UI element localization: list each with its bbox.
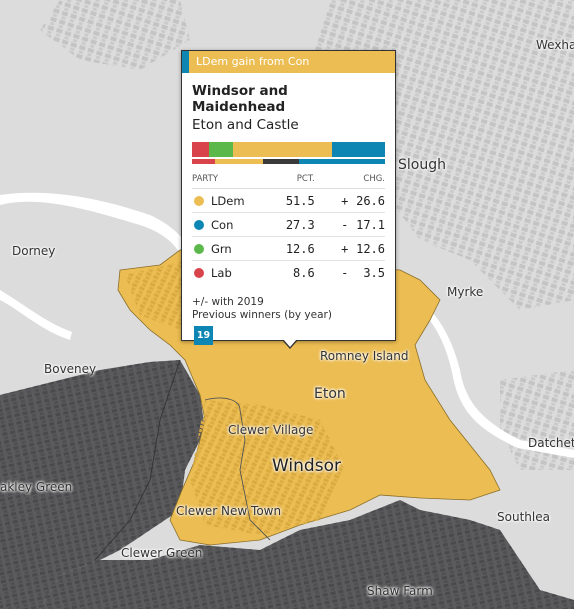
vote-change: 26.6 xyxy=(356,193,386,208)
popup-pointer-fill xyxy=(283,339,297,347)
header-strip xyxy=(182,51,189,73)
place-label-southlea: Southlea xyxy=(497,510,550,524)
bar-segment-ldem xyxy=(215,159,264,164)
party-cell: LDem xyxy=(192,194,269,208)
bar-segment-con xyxy=(332,142,385,157)
place-label-clewer-new-town: Clewer New Town xyxy=(176,504,282,518)
party-name: Lab xyxy=(211,265,232,280)
vote-pct: 12.6 xyxy=(285,241,315,256)
change-sign: - xyxy=(341,265,349,280)
party-color-dot xyxy=(194,195,204,206)
winner-year-badge: 19 xyxy=(194,326,213,345)
party-name: LDem xyxy=(211,193,245,208)
results-table-header: PARTY PCT. CHG. xyxy=(192,174,385,189)
bar-segment-lab xyxy=(192,142,209,157)
table-row: Lab 8.6 - 3.5 xyxy=(192,261,385,284)
place-label-shaw-farm: Shaw Farm xyxy=(367,584,433,598)
previous-winners-label: Previous winners (by year) xyxy=(192,309,332,321)
column-party: PARTY xyxy=(192,174,219,184)
column-chg: CHG. xyxy=(363,174,386,184)
place-label-wexham: Wexha xyxy=(536,38,574,52)
place-label-datchet: Datchet xyxy=(528,436,574,450)
vote-pct: 8.6 xyxy=(293,265,315,280)
bar-segment-other xyxy=(263,159,300,164)
party-cell: Lab xyxy=(192,266,269,280)
place-label-boveney: Boveney xyxy=(44,362,97,376)
vote-change: 12.6 xyxy=(356,241,386,256)
party-name: Grn xyxy=(211,241,232,256)
party-cell: Grn xyxy=(192,242,269,256)
ward-result-popup: LDem gain from Con Windsor and Maidenhea… xyxy=(181,50,396,349)
place-label-myrke: Myrke xyxy=(447,285,484,299)
results-table: PARTY PCT. CHG. LDem 51.5 + 26.6 Con 27.… xyxy=(192,174,385,284)
party-name: Con xyxy=(211,217,234,232)
bar-segment-con xyxy=(299,159,385,164)
table-row: Con 27.3 - 17.1 xyxy=(192,213,385,237)
bar-segment-ldem xyxy=(232,142,333,157)
vote-change: 3.5 xyxy=(363,265,386,280)
place-label-windsor: Windsor xyxy=(272,456,341,476)
place-label-dorney: Dorney xyxy=(12,244,56,258)
party-cell: Con xyxy=(192,218,269,232)
place-label-clewer-village: Clewer Village xyxy=(228,423,314,437)
previous-vote-share-bar xyxy=(192,159,385,164)
party-color-dot xyxy=(194,219,204,230)
ward-name: Eton and Castle xyxy=(192,117,299,133)
result-header: LDem gain from Con xyxy=(182,51,395,73)
place-label-eton: Eton xyxy=(314,386,346,402)
place-label-romney-island: Romney Island xyxy=(320,349,409,363)
vote-pct: 27.3 xyxy=(285,217,315,232)
party-color-dot xyxy=(194,267,204,278)
place-label-slough: Slough xyxy=(398,157,446,173)
bar-segment-grn xyxy=(208,142,233,157)
column-pct: PCT. xyxy=(296,174,315,184)
change-note: +/- with 2019 xyxy=(192,296,264,308)
column-sign-spacer xyxy=(315,174,349,184)
vote-change: 17.1 xyxy=(356,217,386,232)
council-title: Windsor and Maidenhead xyxy=(192,83,288,115)
change-sign: + xyxy=(341,241,349,256)
party-color-dot xyxy=(194,243,204,254)
change-sign: + xyxy=(341,193,349,208)
place-label-oakley-green: akley Green xyxy=(0,480,73,494)
result-header-label: LDem gain from Con xyxy=(189,51,395,73)
change-sign: - xyxy=(341,217,349,232)
vote-share-bar xyxy=(192,142,385,157)
vote-pct: 51.5 xyxy=(285,193,315,208)
table-row: LDem 51.5 + 26.6 xyxy=(192,189,385,213)
table-row: Grn 12.6 + 12.6 xyxy=(192,237,385,261)
bar-segment-lab xyxy=(192,159,216,164)
place-label-clewer-green: Clewer Green xyxy=(121,546,203,560)
results-rows: LDem 51.5 + 26.6 Con 27.3 - 17.1 Grn 12.… xyxy=(192,189,385,284)
